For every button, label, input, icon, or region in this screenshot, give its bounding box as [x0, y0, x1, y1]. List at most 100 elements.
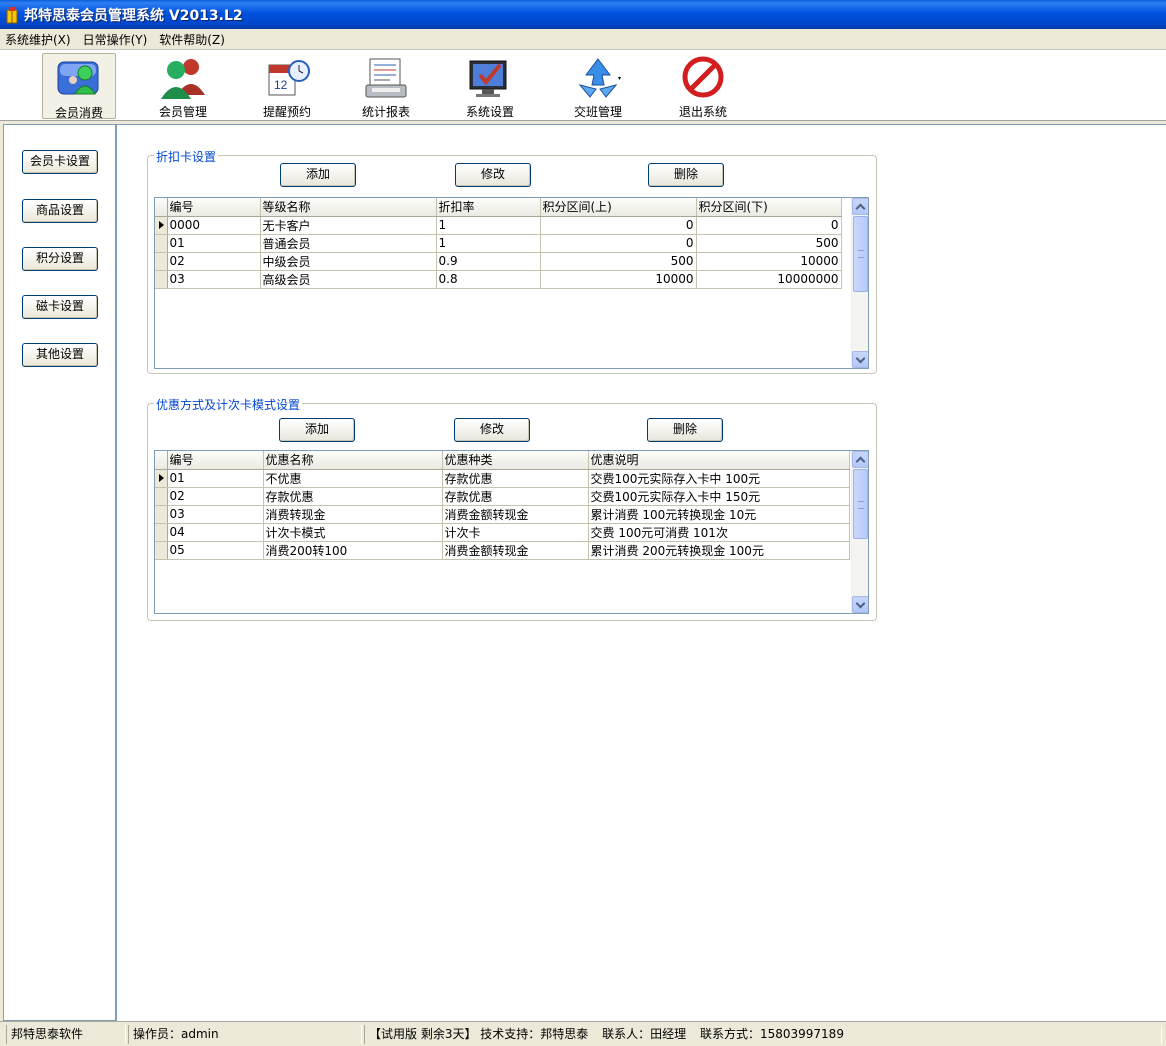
- cell-points-upper[interactable]: 10000: [540, 270, 697, 289]
- cell-promo-name[interactable]: 不优惠: [263, 469, 443, 488]
- row-selector[interactable]: [155, 216, 168, 235]
- cell-discount-rate[interactable]: 0.8: [436, 270, 541, 289]
- cell-promo-desc[interactable]: 累计消费 100元转换现金 10元: [588, 505, 850, 524]
- scroll-thumb[interactable]: [853, 216, 868, 292]
- cell-promo-type[interactable]: 计次卡: [442, 523, 589, 542]
- cell-discount-rate[interactable]: 0.9: [436, 252, 541, 271]
- toolbar-shift-management[interactable]: 交班管理: [561, 53, 635, 119]
- promo-delete-button[interactable]: 删除: [647, 418, 723, 442]
- table-row[interactable]: 02 中级会员 0.9 500 10000: [155, 252, 842, 271]
- promotion-grid[interactable]: 编号 优惠名称 优惠种类 优惠说明 01 不优惠 存款优惠 交费100元实际存入…: [154, 450, 869, 614]
- cell-promo-name[interactable]: 计次卡模式: [263, 523, 443, 542]
- cell-id[interactable]: 03: [167, 270, 261, 289]
- table-row[interactable]: 02 存款优惠 存款优惠 交费100元实际存入卡中 150元: [155, 487, 850, 506]
- row-selector[interactable]: [155, 505, 168, 524]
- row-selector[interactable]: [155, 523, 168, 542]
- menu-software-help[interactable]: 软件帮助(Z): [159, 31, 225, 48]
- cell-level-name[interactable]: 中级会员: [260, 252, 437, 271]
- column-header[interactable]: 编号: [167, 451, 264, 470]
- cell-id[interactable]: 05: [167, 541, 264, 560]
- cell-promo-name[interactable]: 消费转现金: [263, 505, 443, 524]
- toolbar-member-consume[interactable]: 会员消费: [42, 53, 116, 120]
- toolbar-member-management[interactable]: 会员管理: [146, 53, 220, 119]
- cell-points-upper[interactable]: 0: [540, 216, 697, 235]
- toolbar-reminder-appointment[interactable]: 12 提醒预约: [250, 53, 324, 119]
- table-row[interactable]: 01 普通会员 1 0 500: [155, 234, 842, 253]
- discount-delete-button[interactable]: 删除: [648, 163, 724, 187]
- cell-points-lower[interactable]: 500: [696, 234, 842, 253]
- nav-member-card-settings[interactable]: 会员卡设置: [22, 150, 98, 174]
- column-header[interactable]: 优惠名称: [263, 451, 443, 470]
- toolbar-exit-system[interactable]: 退出系统: [666, 53, 740, 119]
- cell-level-name[interactable]: 高级会员: [260, 270, 437, 289]
- column-header[interactable]: 折扣率: [436, 198, 541, 217]
- scroll-down-arrow-icon[interactable]: [852, 596, 868, 613]
- cell-id[interactable]: 0000: [167, 216, 261, 235]
- cell-points-lower[interactable]: 10000000: [696, 270, 842, 289]
- status-trial: 【试用版 剩余3天】: [369, 1027, 477, 1041]
- cell-id[interactable]: 04: [167, 523, 264, 542]
- row-selector[interactable]: [155, 487, 168, 506]
- discount-grid-scrollbar[interactable]: [851, 198, 868, 368]
- cell-promo-type[interactable]: 消费金额转现金: [442, 541, 589, 560]
- toolbar-system-settings[interactable]: 系统设置: [453, 53, 527, 119]
- nav-magnetic-card-settings[interactable]: 磁卡设置: [22, 295, 98, 319]
- row-selector[interactable]: [155, 469, 168, 488]
- promotion-grid-scrollbar[interactable]: [851, 451, 868, 613]
- cell-points-lower[interactable]: 0: [696, 216, 842, 235]
- cell-id[interactable]: 03: [167, 505, 264, 524]
- column-header[interactable]: 优惠说明: [588, 451, 850, 470]
- promo-edit-button[interactable]: 修改: [454, 418, 530, 442]
- column-header[interactable]: 积分区间(下): [696, 198, 842, 217]
- table-row[interactable]: 03 高级会员 0.8 10000 10000000: [155, 270, 842, 289]
- discount-grid[interactable]: 编号 等级名称 折扣率 积分区间(上) 积分区间(下) 0000 无卡客户 1 …: [154, 197, 869, 369]
- cell-id[interactable]: 01: [167, 234, 261, 253]
- menu-system-maintenance[interactable]: 系统维护(X): [5, 31, 71, 48]
- column-header[interactable]: 编号: [167, 198, 261, 217]
- row-selector[interactable]: [155, 234, 168, 253]
- nav-product-settings[interactable]: 商品设置: [22, 199, 98, 223]
- cell-id[interactable]: 02: [167, 487, 264, 506]
- cell-promo-type[interactable]: 存款优惠: [442, 487, 589, 506]
- cell-points-upper[interactable]: 0: [540, 234, 697, 253]
- cell-id[interactable]: 02: [167, 252, 261, 271]
- scroll-thumb[interactable]: [853, 469, 868, 539]
- cell-promo-desc[interactable]: 交费100元实际存入卡中 100元: [588, 469, 850, 488]
- cell-discount-rate[interactable]: 1: [436, 216, 541, 235]
- discount-add-button[interactable]: 添加: [280, 163, 356, 187]
- nav-points-settings[interactable]: 积分设置: [22, 247, 98, 271]
- row-selector[interactable]: [155, 252, 168, 271]
- row-selector[interactable]: [155, 541, 168, 560]
- cell-level-name[interactable]: 无卡客户: [260, 216, 437, 235]
- nav-other-settings[interactable]: 其他设置: [22, 343, 98, 367]
- menu-daily-operations[interactable]: 日常操作(Y): [83, 31, 148, 48]
- scroll-down-arrow-icon[interactable]: [852, 351, 868, 368]
- cell-promo-name[interactable]: 消费200转100: [263, 541, 443, 560]
- title-bar[interactable]: 邦特思泰会员管理系统 V2013.L2: [0, 0, 1166, 29]
- cell-discount-rate[interactable]: 1: [436, 234, 541, 253]
- table-row[interactable]: 04 计次卡模式 计次卡 交费 100元可消费 101次: [155, 523, 850, 542]
- cell-promo-desc[interactable]: 交费 100元可消费 101次: [588, 523, 850, 542]
- table-row[interactable]: 03 消费转现金 消费金额转现金 累计消费 100元转换现金 10元: [155, 505, 850, 524]
- scroll-up-arrow-icon[interactable]: [852, 198, 868, 215]
- cell-promo-type[interactable]: 存款优惠: [442, 469, 589, 488]
- table-row[interactable]: 0000 无卡客户 1 0 0: [155, 216, 842, 235]
- row-selector[interactable]: [155, 270, 168, 289]
- column-header[interactable]: 等级名称: [260, 198, 437, 217]
- column-header[interactable]: 优惠种类: [442, 451, 589, 470]
- toolbar-statistics-report[interactable]: 统计报表: [349, 53, 423, 119]
- cell-promo-desc[interactable]: 累计消费 200元转换现金 100元: [588, 541, 850, 560]
- scroll-up-arrow-icon[interactable]: [852, 451, 868, 468]
- table-row[interactable]: 01 不优惠 存款优惠 交费100元实际存入卡中 100元: [155, 469, 850, 488]
- cell-promo-type[interactable]: 消费金额转现金: [442, 505, 589, 524]
- discount-edit-button[interactable]: 修改: [455, 163, 531, 187]
- cell-points-upper[interactable]: 500: [540, 252, 697, 271]
- table-row[interactable]: 05 消费200转100 消费金额转现金 累计消费 200元转换现金 100元: [155, 541, 850, 560]
- cell-id[interactable]: 01: [167, 469, 264, 488]
- promo-add-button[interactable]: 添加: [279, 418, 355, 442]
- column-header[interactable]: 积分区间(上): [540, 198, 697, 217]
- cell-points-lower[interactable]: 10000: [696, 252, 842, 271]
- cell-promo-desc[interactable]: 交费100元实际存入卡中 150元: [588, 487, 850, 506]
- cell-level-name[interactable]: 普通会员: [260, 234, 437, 253]
- cell-promo-name[interactable]: 存款优惠: [263, 487, 443, 506]
